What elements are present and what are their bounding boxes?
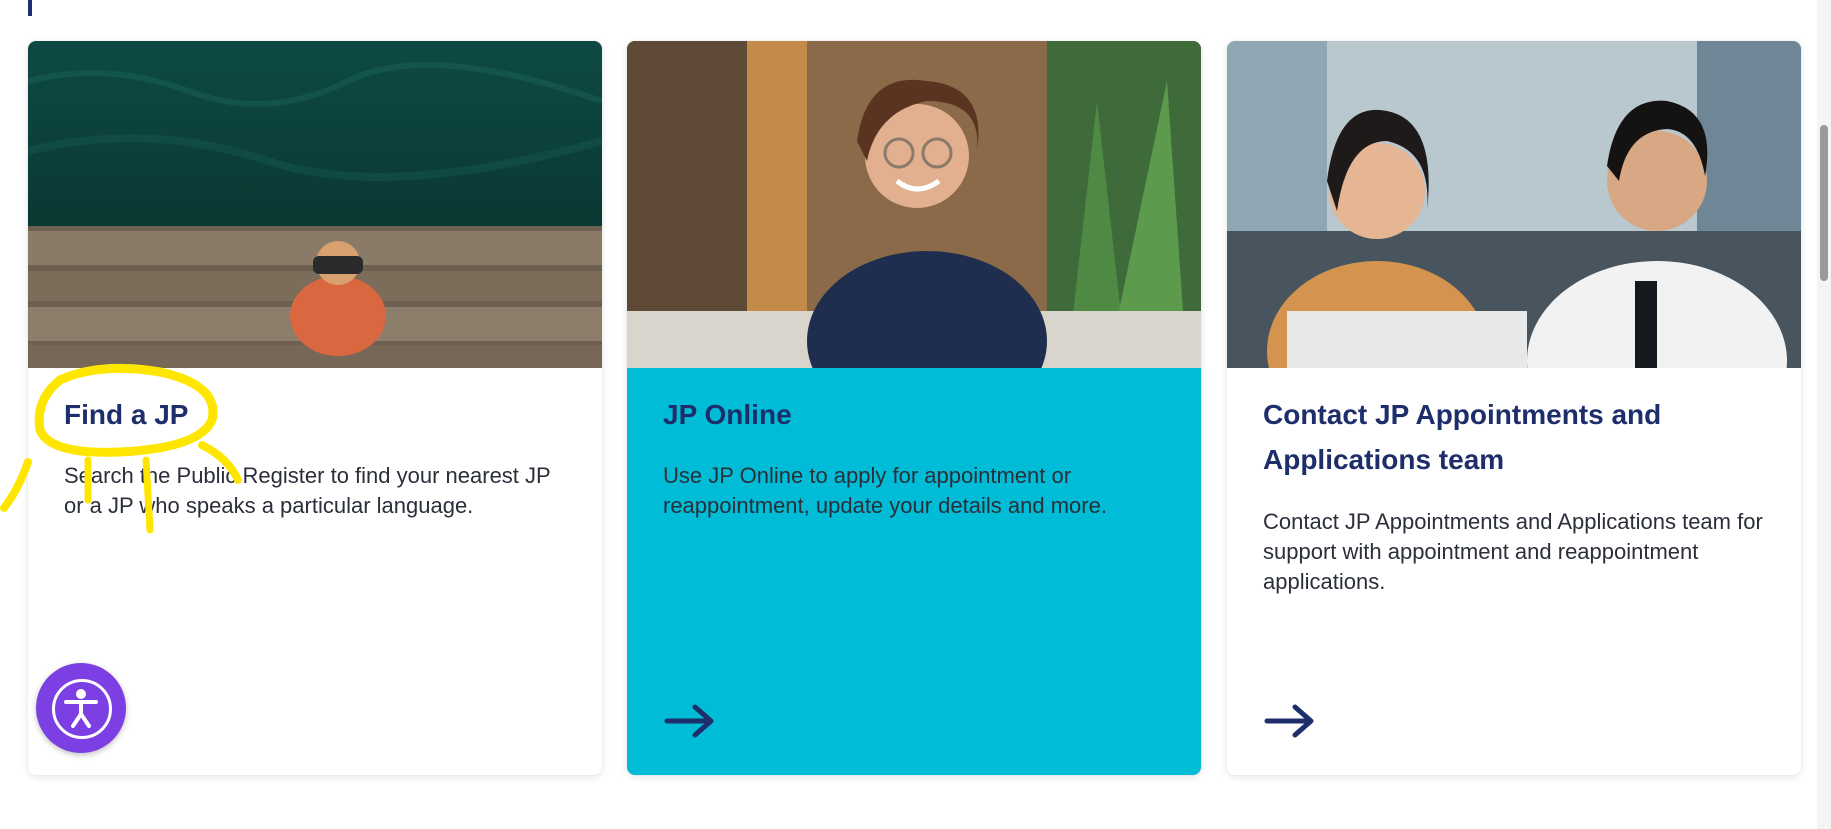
contact-team-arrow-link[interactable]: [1263, 701, 1319, 741]
card-find-a-jp[interactable]: Find a JP Search the Public Register to …: [28, 41, 602, 775]
accessibility-icon: [64, 689, 98, 728]
arrow-right-icon: [664, 704, 714, 738]
section-accent-bar: [28, 0, 32, 16]
card-image: [1227, 41, 1801, 368]
card-title[interactable]: Find a JP: [64, 392, 564, 437]
smiling-woman-photo: [627, 41, 1201, 368]
binoculars-photo: [28, 41, 602, 368]
call-centre-photo: [1227, 41, 1801, 368]
card-image: [627, 41, 1201, 368]
card-description: Search the Public Register to find your …: [64, 463, 551, 518]
scrollbar-thumb[interactable]: [1820, 125, 1828, 281]
card-jp-online[interactable]: JP Online Use JP Online to apply for app…: [627, 41, 1201, 775]
card-title[interactable]: Contact JP Appointments and Applications…: [1263, 392, 1763, 482]
card-description: Use JP Online to apply for appointment o…: [663, 463, 1107, 518]
card-title[interactable]: JP Online: [663, 392, 1163, 437]
accessibility-button[interactable]: [36, 663, 126, 753]
jp-online-arrow-link[interactable]: [663, 701, 719, 741]
card-description: Contact JP Appointments and Applications…: [1263, 509, 1763, 594]
arrow-right-icon: [1264, 704, 1314, 738]
card-contact-jp-team[interactable]: Contact JP Appointments and Applications…: [1227, 41, 1801, 775]
scrollbar[interactable]: [1817, 0, 1831, 829]
card-image: [28, 41, 602, 368]
